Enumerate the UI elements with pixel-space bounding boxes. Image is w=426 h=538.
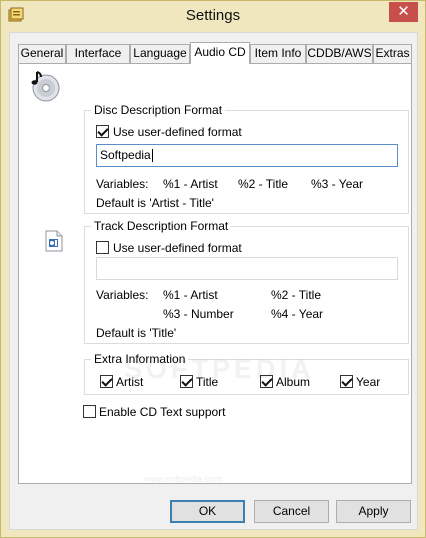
disc-var-year: %3 - Year — [311, 177, 364, 191]
audio-cd-icon — [29, 70, 61, 102]
disc-format-title: Disc Description Format — [91, 103, 226, 117]
track-var-year: %4 - Year — [271, 307, 324, 321]
track-custom-format-checkbox[interactable] — [96, 241, 109, 254]
track-format-group: Track Description Format Use user-define… — [84, 219, 409, 344]
track-variables-label: Variables: — [96, 288, 149, 302]
cd-text-label: Enable CD Text support — [99, 405, 226, 419]
extra-year-checkbox[interactable] — [340, 375, 353, 388]
disc-custom-format-label: Use user-defined format — [113, 125, 242, 139]
tab-extras[interactable]: Extras — [373, 44, 412, 63]
apply-button[interactable]: Apply — [336, 500, 411, 523]
cd-text-checkbox[interactable] — [83, 405, 96, 418]
disc-default-text: Default is 'Artist - Title' — [96, 196, 214, 210]
extra-year-label: Year — [356, 375, 381, 389]
disc-format-value: Softpedia — [100, 148, 151, 162]
disc-format-input[interactable]: Softpedia — [96, 144, 398, 167]
close-button[interactable]: ✕ — [389, 2, 418, 22]
tab-language[interactable]: Language — [130, 44, 190, 63]
settings-window: Settings ✕ General Interface Language Au… — [0, 0, 426, 538]
tab-general[interactable]: General — [18, 44, 66, 63]
tab-audio-cd[interactable]: Audio CD — [190, 42, 250, 64]
track-var-artist: %1 - Artist — [163, 288, 218, 302]
softpedia-watermark-url: www.softpedia.com — [144, 474, 222, 484]
track-format-title: Track Description Format — [91, 219, 232, 233]
cancel-button[interactable]: Cancel — [254, 500, 329, 523]
tab-interface[interactable]: Interface — [66, 44, 130, 63]
disc-variables-label: Variables: — [96, 177, 149, 191]
track-custom-format-label: Use user-defined format — [113, 241, 242, 255]
track-file-icon — [44, 230, 64, 252]
tab-item-info[interactable]: Item Info — [250, 44, 306, 63]
disc-format-group: Disc Description Format Use user-defined… — [84, 103, 409, 214]
ok-button[interactable]: OK — [170, 500, 245, 523]
track-var-number: %3 - Number — [163, 307, 234, 321]
audio-cd-panel: Disc Description Format Use user-defined… — [18, 63, 412, 484]
disc-var-title: %2 - Title — [238, 177, 289, 191]
tab-strip: General Interface Language Audio CD Item… — [18, 42, 412, 64]
title-bar[interactable]: Settings ✕ — [1, 1, 425, 32]
disc-var-artist: %1 - Artist — [163, 177, 218, 191]
track-var-title: %2 - Title — [271, 288, 322, 302]
track-default-text: Default is 'Title' — [96, 326, 177, 340]
extra-artist-checkbox[interactable] — [100, 375, 113, 388]
disc-custom-format-checkbox[interactable] — [96, 125, 109, 138]
track-format-input[interactable] — [96, 257, 398, 280]
softpedia-watermark: SOFTPEDIA — [124, 354, 315, 384]
dialog-client: General Interface Language Audio CD Item… — [9, 32, 418, 530]
tab-cddb-aws[interactable]: CDDB/AWS — [306, 44, 373, 63]
window-title: Settings — [185, 7, 241, 24]
